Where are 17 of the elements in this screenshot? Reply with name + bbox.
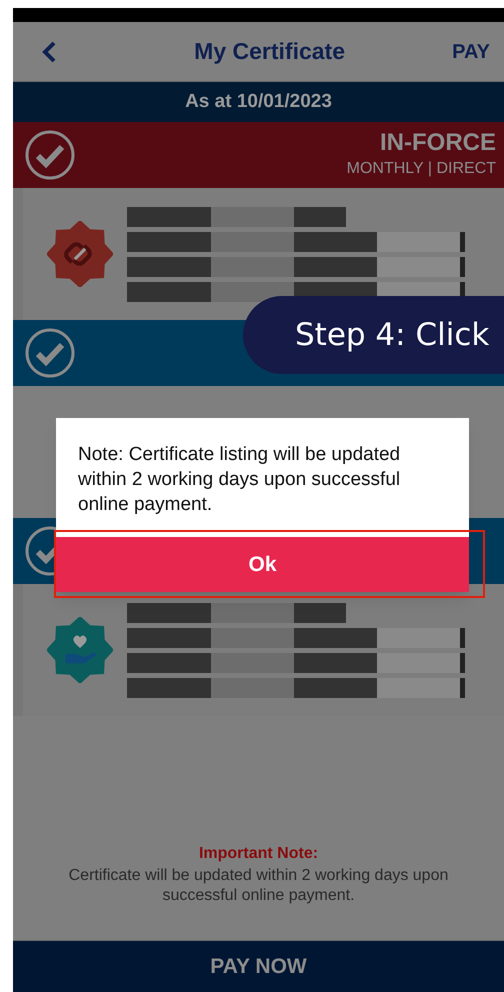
check-circle-icon <box>25 328 75 378</box>
step-callout: Step 4: Click <box>243 296 504 374</box>
check-circle-icon <box>25 130 75 180</box>
plan-label: MONTHLY | DIRECT <box>346 159 496 179</box>
important-note-text: Certificate will be updated within 2 working days upon successful online payment. <box>68 866 450 906</box>
ok-button[interactable]: Ok <box>56 537 469 592</box>
screen-title: My Certificate <box>194 37 345 66</box>
important-note-title: Important Note: <box>198 844 318 864</box>
link-icon <box>64 242 92 266</box>
back-icon[interactable] <box>41 40 57 62</box>
pay-button[interactable]: PAY <box>452 36 490 66</box>
pay-now-button[interactable]: PAY NOW <box>13 940 504 992</box>
status-label: IN-FORCE <box>380 129 496 157</box>
as-at-date: As at 10/01/2023 <box>185 90 332 114</box>
hand-heart-icon <box>66 635 96 664</box>
dialog-message: Note: Certificate listing will be updated within 2 working days upon successful online payment. <box>77 443 402 517</box>
certificate-card[interactable] <box>13 188 504 320</box>
